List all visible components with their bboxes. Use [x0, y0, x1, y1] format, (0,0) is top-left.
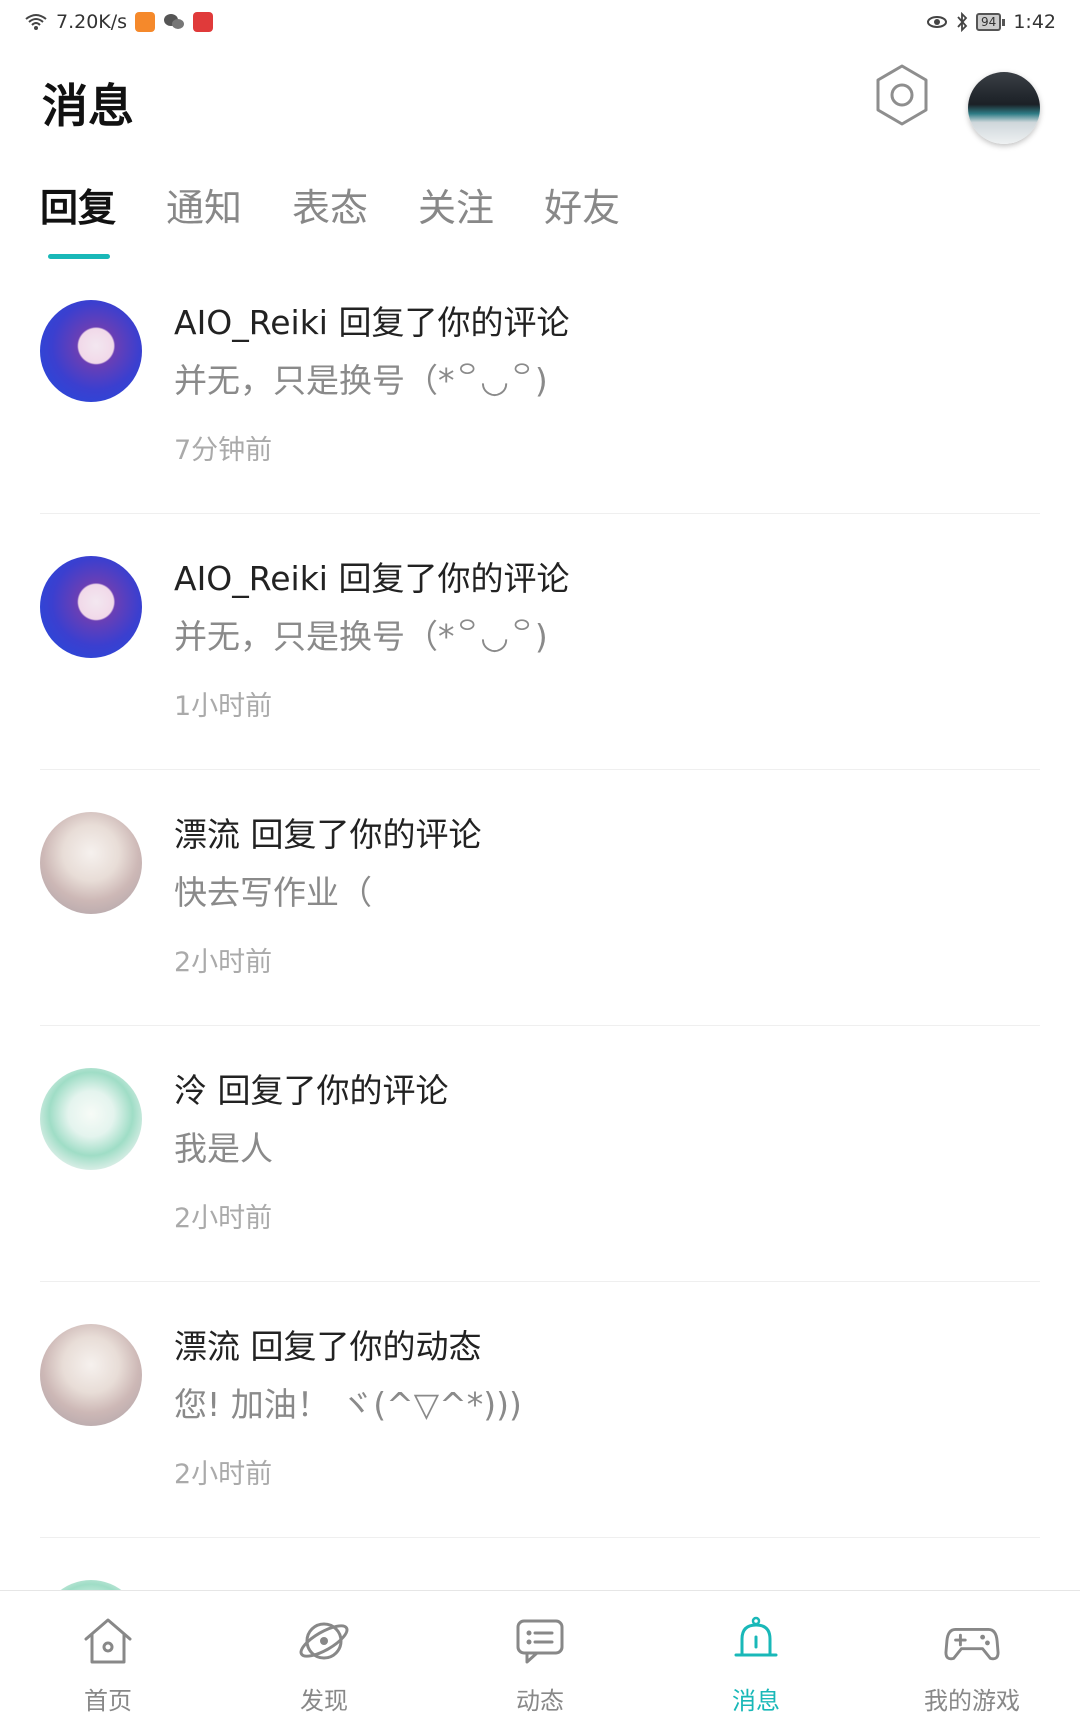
user-avatar[interactable]	[968, 72, 1040, 144]
battery-level: 94	[976, 13, 1002, 31]
message-item[interactable]: 漂流 回复了你的评论 快去写作业（ 2小时前	[40, 770, 1040, 1026]
video-app-icon	[135, 12, 156, 32]
sender-avatar[interactable]	[40, 1068, 142, 1170]
message-item[interactable]: AIO_Reiki 回复了你的评论 并无，只是换号（*꒪◡꒪) 7分钟前	[40, 258, 1040, 514]
message-time: 7分钟前	[174, 435, 273, 466]
eye-icon	[927, 16, 948, 28]
tab-reply[interactable]: 回复	[40, 180, 116, 259]
tab-bar: 回复 通知 表态 关注 好友	[40, 180, 620, 260]
sender-avatar[interactable]	[40, 1580, 142, 1590]
gamepad-icon	[944, 1627, 1000, 1661]
tab-follow[interactable]: 关注	[418, 180, 494, 236]
nav-my-games[interactable]: 我的游戏	[864, 1591, 1080, 1728]
nav-discover[interactable]: 发现	[216, 1591, 432, 1728]
message-content: 您! 加油！ ヾ(^▽^*)))	[174, 1385, 522, 1424]
bluetooth-icon	[957, 12, 968, 32]
message-content: 并无，只是换号（*꒪◡꒪)	[174, 617, 548, 656]
planet-icon	[299, 1622, 349, 1660]
gear-icon	[876, 64, 928, 126]
page-title: 消息	[42, 79, 134, 133]
message-time: 2小时前	[174, 1203, 273, 1234]
wechat-icon	[164, 14, 185, 29]
message-list: AIO_Reiki 回复了你的评论 并无，只是换号（*꒪◡꒪) 7分钟前 AIO…	[0, 258, 1080, 1590]
header: 消息	[0, 48, 1080, 158]
message-item[interactable]: 泠 回复了你的评论 我是人 2小时前	[40, 1026, 1040, 1282]
status-right: 94 1:42	[926, 11, 1056, 33]
sender-avatar[interactable]	[40, 812, 142, 914]
clock: 1:42	[1013, 11, 1056, 33]
message-time: 2小时前	[174, 1459, 273, 1490]
message-title: 泠 回复了你的评论	[174, 1071, 449, 1110]
bottom-nav: 首页 发现 动态 消息 我的游戏	[0, 1590, 1080, 1728]
message-item-partial[interactable]	[40, 1538, 1040, 1590]
network-speed: 7.20K/s	[56, 11, 128, 33]
bell-icon	[734, 1616, 778, 1657]
nav-feed[interactable]: 动态	[432, 1591, 648, 1728]
message-content: 我是人	[174, 1129, 273, 1168]
wifi-icon	[25, 14, 47, 30]
nav-messages[interactable]: 消息	[648, 1591, 864, 1728]
message-content: 快去写作业（	[174, 873, 372, 912]
message-title: AIO_Reiki 回复了你的评论	[174, 559, 570, 598]
settings-button[interactable]	[872, 60, 932, 130]
home-icon	[84, 1618, 132, 1664]
status-left: 7.20K/s	[24, 11, 214, 33]
message-title: 漂流 回复了你的评论	[174, 815, 482, 854]
reader-app-icon	[193, 12, 214, 32]
message-content: 并无，只是换号（*꒪◡꒪)	[174, 361, 548, 400]
tab-friends[interactable]: 好友	[544, 180, 620, 236]
message-time: 1小时前	[174, 691, 273, 722]
message-time: 2小时前	[174, 947, 273, 978]
message-item[interactable]: 漂流 回复了你的动态 您! 加油！ ヾ(^▽^*))) 2小时前	[40, 1282, 1040, 1538]
tab-notification[interactable]: 通知	[166, 180, 242, 236]
tab-reaction[interactable]: 表态	[292, 180, 368, 236]
feed-icon	[516, 1619, 564, 1664]
status-bar: 7.20K/s 94 1:42	[0, 0, 1080, 44]
nav-home[interactable]: 首页	[0, 1591, 216, 1728]
sender-avatar[interactable]	[40, 556, 142, 658]
message-item[interactable]: AIO_Reiki 回复了你的评论 并无，只是换号（*꒪◡꒪) 1小时前	[40, 514, 1040, 770]
sender-avatar[interactable]	[40, 1324, 142, 1426]
message-title: AIO_Reiki 回复了你的评论	[174, 303, 570, 342]
sender-avatar[interactable]	[40, 300, 142, 402]
battery-icon: 94	[976, 13, 1006, 31]
message-title: 漂流 回复了你的动态	[174, 1327, 482, 1366]
